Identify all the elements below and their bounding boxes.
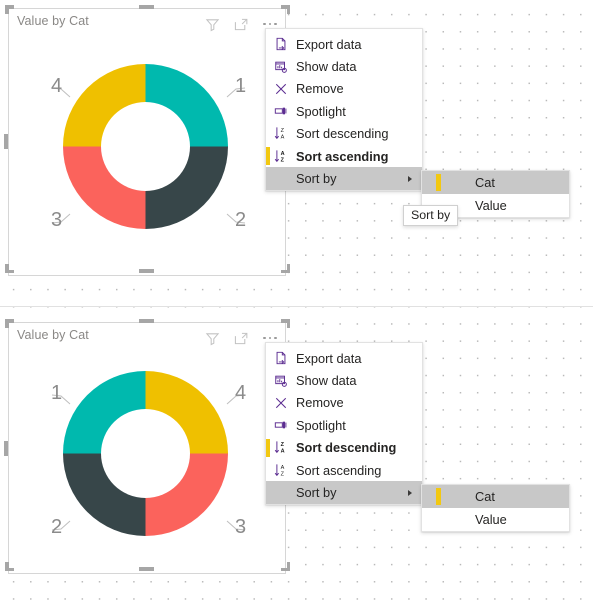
handle-bottom-right[interactable] [281, 562, 290, 571]
menu-item-label: Show data [296, 59, 357, 75]
submenu-item-label: Value [475, 198, 507, 213]
handle-top-right[interactable] [281, 319, 290, 328]
submenu-item-cat[interactable]: Cat [422, 485, 569, 508]
menu-item-label: Spotlight [296, 103, 346, 119]
page-divider [0, 306, 593, 307]
menu-item-label: Show data [296, 373, 357, 389]
handle-bottom-center[interactable] [139, 567, 154, 571]
donut-label-4: 4 [235, 382, 247, 404]
submenu-item-label: Cat [475, 489, 495, 504]
donut-label-3: 3 [235, 516, 247, 538]
spotlight-icon [273, 103, 289, 119]
chevron-right-icon [408, 489, 412, 496]
donut-label-2: 2 [235, 209, 247, 231]
handle-top-left[interactable] [5, 319, 14, 328]
menu-item-label: Spotlight [296, 417, 346, 433]
svg-text:Z: Z [281, 471, 285, 477]
submenu-item-cat[interactable]: Cat [422, 171, 569, 194]
svg-text:Z: Z [281, 442, 285, 448]
svg-text:A: A [281, 150, 285, 156]
svg-text:Z: Z [281, 128, 285, 134]
handle-top-center[interactable] [139, 319, 154, 323]
sort-descending-icon: Z A [273, 440, 289, 456]
report-canvas[interactable]: Value by Cat 1 2 3 4 Export data Show da… [0, 0, 593, 609]
submenu-item-value[interactable]: Value [422, 508, 569, 531]
handle-bottom-center[interactable] [139, 269, 154, 273]
svg-text:Z: Z [281, 157, 285, 163]
menu-item-export-data[interactable]: Export data [266, 33, 422, 55]
menu-item-label: Export data [296, 350, 362, 366]
submenu-item-label: Value [475, 512, 507, 527]
visual-container-bottom[interactable]: Value by Cat 4 3 2 1 [8, 322, 286, 574]
export-data-icon [273, 350, 289, 366]
menu-item-sort-ascending[interactable]: A Z Sort ascending [266, 459, 422, 481]
menu-item-spotlight[interactable]: Spotlight [266, 414, 422, 436]
menu-item-show-data[interactable]: Show data [266, 369, 422, 391]
svg-text:A: A [281, 464, 285, 470]
donut-label-4: 4 [51, 75, 63, 97]
remove-icon [273, 395, 289, 411]
menu-item-sort-by[interactable]: Sort by [266, 481, 422, 504]
menu-item-export-data[interactable]: Export data [266, 347, 422, 369]
sort-by-tooltip: Sort by [403, 205, 459, 226]
context-menu-bottom[interactable]: Export data Show data Remove Spotlight Z… [265, 342, 423, 505]
menu-item-sort-ascending[interactable]: A Z Sort ascending [266, 145, 422, 167]
donut-label-3: 3 [51, 209, 63, 231]
menu-item-label: Remove [296, 81, 344, 97]
visual-container-top[interactable]: Value by Cat 1 2 3 4 [8, 8, 286, 276]
handle-top-right[interactable] [281, 5, 290, 14]
menu-item-label: Sort ascending [296, 462, 382, 478]
menu-item-remove[interactable]: Remove [266, 392, 422, 414]
handle-top-center[interactable] [139, 5, 154, 9]
handle-left-middle[interactable] [4, 441, 8, 456]
menu-item-label: Sort by [296, 171, 337, 187]
menu-item-sort-by[interactable]: Sort by [266, 167, 422, 190]
menu-item-spotlight[interactable]: Spotlight [266, 100, 422, 122]
menu-item-remove[interactable]: Remove [266, 78, 422, 100]
context-menu-top[interactable]: Export data Show data Remove Spotlight Z… [265, 28, 423, 191]
sort-ascending-icon: A Z [273, 462, 289, 478]
menu-item-label: Sort descending [296, 126, 389, 142]
handle-bottom-left[interactable] [5, 264, 14, 273]
tooltip-label: Sort by [411, 208, 451, 222]
menu-item-label: Remove [296, 395, 344, 411]
menu-item-sort-descending[interactable]: Z A Sort descending [266, 123, 422, 145]
svg-text:A: A [281, 449, 285, 455]
handle-top-left[interactable] [5, 5, 14, 14]
donut-leader-lines-top [51, 87, 246, 224]
donut-label-1: 1 [235, 75, 247, 97]
spotlight-icon [273, 417, 289, 433]
sort-descending-icon: Z A [273, 126, 289, 142]
handle-left-middle[interactable] [4, 134, 8, 149]
svg-text:A: A [281, 135, 285, 141]
menu-item-label: Sort ascending [296, 148, 389, 164]
show-data-icon [273, 373, 289, 389]
handle-bottom-left[interactable] [5, 562, 14, 571]
donut-label-2: 2 [51, 516, 63, 538]
handle-bottom-right[interactable] [281, 264, 290, 273]
export-data-icon [273, 36, 289, 52]
donut-label-1: 1 [51, 382, 63, 404]
submenu-item-label: Cat [475, 175, 495, 190]
context-submenu-bottom[interactable]: Cat Value [421, 484, 570, 532]
menu-item-label: Sort descending [296, 440, 397, 456]
menu-item-show-data[interactable]: Show data [266, 55, 422, 77]
menu-item-sort-descending[interactable]: Z A Sort descending [266, 437, 422, 459]
chevron-right-icon [408, 175, 412, 182]
remove-icon [273, 81, 289, 97]
menu-item-label: Export data [296, 36, 362, 52]
sort-ascending-icon: A Z [273, 148, 289, 164]
show-data-icon [273, 59, 289, 75]
menu-item-label: Sort by [296, 485, 337, 501]
